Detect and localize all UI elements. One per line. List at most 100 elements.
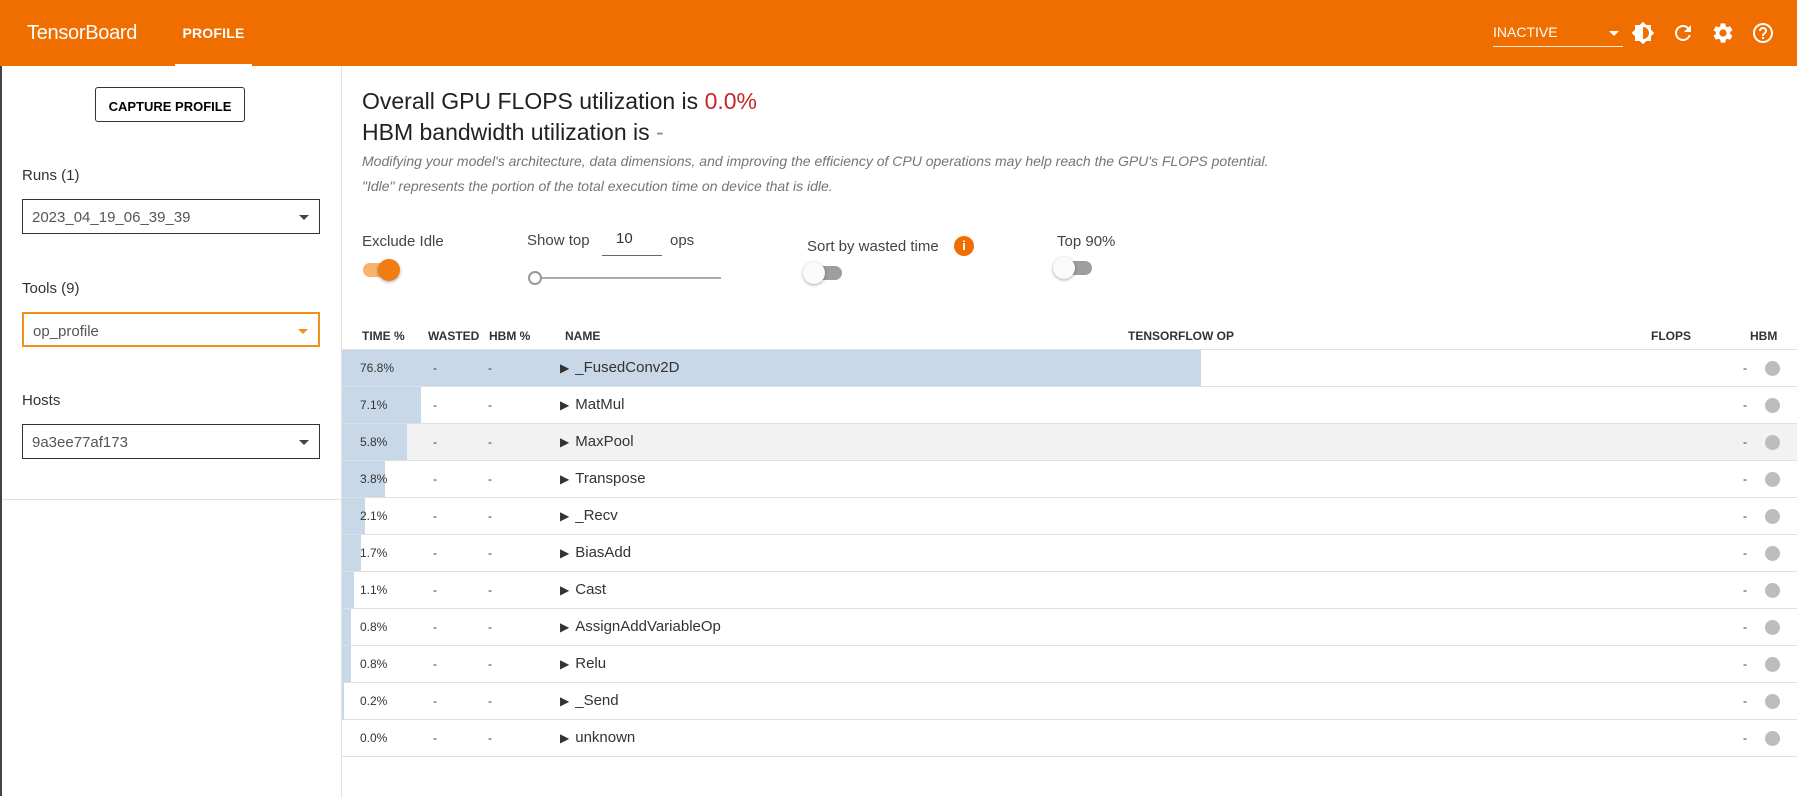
status-select[interactable]: INACTIVE (1493, 20, 1623, 47)
exclude-idle-label: Exclude Idle (362, 233, 444, 250)
expand-arrow-icon[interactable]: ▶ (560, 731, 569, 745)
runs-label: Runs (1) (22, 167, 80, 184)
expand-arrow-icon[interactable]: ▶ (560, 620, 569, 634)
flops-value: - (1743, 731, 1747, 745)
tab-profile-label: PROFILE (182, 25, 245, 41)
expand-arrow-icon[interactable]: ▶ (560, 361, 569, 375)
time-percent: 7.1% (360, 398, 388, 412)
table-row[interactable]: 1.7% - - ▶ BiasAdd - (342, 535, 1797, 572)
flops-value: - (1743, 509, 1747, 523)
ops-label: ops (670, 232, 695, 249)
expand-arrow-icon[interactable]: ▶ (560, 398, 569, 412)
show-top-value: 10 (616, 230, 633, 247)
runs-select[interactable]: 2023_04_19_06_39_39 (22, 199, 320, 234)
hbm-percent: - (488, 583, 492, 597)
refresh-icon[interactable] (1671, 21, 1695, 45)
theme-toggle-icon[interactable] (1631, 21, 1655, 45)
op-name-cell[interactable]: ▶ MatMul (560, 396, 624, 413)
expand-arrow-icon[interactable]: ▶ (560, 472, 569, 486)
chevron-down-icon (299, 440, 309, 445)
wasted-value: - (433, 620, 437, 634)
ops-table-header: TIME % WASTED HBM % NAME TENSORFLOW OP F… (342, 329, 1797, 350)
op-name-cell[interactable]: ▶ MaxPool (560, 433, 634, 450)
col-wasted[interactable]: WASTED (428, 329, 479, 343)
hbm-indicator-icon (1765, 546, 1780, 561)
flops-value: - (1743, 620, 1747, 634)
hosts-label: Hosts (22, 392, 61, 409)
table-row[interactable]: 5.8% - - ▶ MaxPool - (342, 424, 1797, 461)
info-icon[interactable]: i (954, 236, 974, 256)
table-row[interactable]: 1.1% - - ▶ Cast - (342, 572, 1797, 609)
hbm-utilization-label: HBM bandwidth utilization is (362, 119, 657, 145)
op-name: _Recv (575, 507, 618, 524)
top-app-bar: TensorBoard PROFILE INACTIVE (0, 0, 1797, 66)
top90-label: Top 90% (1057, 233, 1116, 250)
time-percent: 1.1% (360, 583, 388, 597)
time-bar (342, 535, 362, 571)
tab-profile[interactable]: PROFILE (175, 0, 252, 66)
expand-arrow-icon[interactable]: ▶ (560, 546, 569, 560)
chevron-down-icon (1609, 31, 1619, 36)
expand-arrow-icon[interactable]: ▶ (560, 583, 569, 597)
flops-value: - (1743, 435, 1747, 449)
op-name: Cast (575, 581, 607, 598)
op-name-cell[interactable]: ▶ Cast (560, 581, 606, 598)
col-flops[interactable]: FLOPS (1651, 329, 1691, 343)
time-bar (342, 609, 351, 645)
op-name-cell[interactable]: ▶ _FusedConv2D (560, 359, 679, 376)
status-select-value: INACTIVE (1493, 24, 1558, 40)
expand-arrow-icon[interactable]: ▶ (560, 694, 569, 708)
capture-profile-button[interactable]: CAPTURE PROFILE (95, 87, 245, 122)
flops-value: - (1743, 583, 1747, 597)
col-hbm[interactable]: HBM (1750, 329, 1777, 343)
op-name: _Send (575, 692, 619, 709)
col-time[interactable]: TIME % (362, 329, 405, 343)
flops-value: - (1743, 694, 1747, 708)
op-name-cell[interactable]: ▶ BiasAdd (560, 544, 631, 561)
time-percent: 76.8% (360, 361, 395, 375)
table-row[interactable]: 7.1% - - ▶ MatMul - (342, 387, 1797, 424)
expand-arrow-icon[interactable]: ▶ (560, 435, 569, 449)
table-row[interactable]: 0.2% - - ▶ _Send - (342, 683, 1797, 720)
tools-select[interactable]: op_profile (22, 312, 320, 347)
table-row[interactable]: 76.8% - - ▶ _FusedConv2D - (342, 350, 1797, 387)
table-row[interactable]: 0.8% - - ▶ AssignAddVariableOp - (342, 609, 1797, 646)
op-name-cell[interactable]: ▶ Relu (560, 655, 606, 672)
expand-arrow-icon[interactable]: ▶ (560, 657, 569, 671)
op-name: MatMul (575, 396, 625, 413)
wasted-value: - (433, 546, 437, 560)
settings-icon[interactable] (1711, 21, 1735, 45)
col-tensorflow-op[interactable]: TENSORFLOW OP (1128, 329, 1234, 343)
time-percent: 0.8% (360, 620, 388, 634)
table-row[interactable]: 0.0% - - ▶ unknown - (342, 720, 1797, 757)
hosts-select[interactable]: 9a3ee77af173 (22, 424, 320, 459)
expand-arrow-icon[interactable]: ▶ (560, 509, 569, 523)
wasted-value: - (433, 657, 437, 671)
hbm-percent: - (488, 731, 492, 745)
show-top-slider-thumb[interactable] (528, 271, 542, 285)
hbm-indicator-icon (1765, 620, 1780, 635)
wasted-value: - (433, 583, 437, 597)
op-name-cell[interactable]: ▶ Transpose (560, 470, 646, 487)
table-row[interactable]: 2.1% - - ▶ _Recv - (342, 498, 1797, 535)
show-top-slider-track[interactable] (534, 277, 721, 279)
wasted-value: - (433, 731, 437, 745)
op-name: unknown (575, 729, 636, 746)
col-hbm-pct[interactable]: HBM % (489, 329, 530, 343)
hbm-indicator-icon (1765, 509, 1780, 524)
hbm-percent: - (488, 620, 492, 634)
show-top-input[interactable]: 10 (602, 230, 662, 256)
toggle-thumb (803, 262, 825, 284)
help-icon[interactable] (1751, 21, 1775, 45)
table-row[interactable]: 0.8% - - ▶ Relu - (342, 646, 1797, 683)
time-percent: 1.7% (360, 546, 388, 560)
chevron-down-icon (299, 215, 309, 220)
op-name-cell[interactable]: ▶ _Recv (560, 507, 618, 524)
runs-select-value: 2023_04_19_06_39_39 (32, 209, 191, 226)
col-name[interactable]: NAME (565, 329, 600, 343)
op-name-cell[interactable]: ▶ _Send (560, 692, 619, 709)
hbm-percent: - (488, 472, 492, 486)
table-row[interactable]: 3.8% - - ▶ Transpose - (342, 461, 1797, 498)
op-name-cell[interactable]: ▶ unknown (560, 729, 635, 746)
op-name-cell[interactable]: ▶ AssignAddVariableOp (560, 618, 721, 635)
